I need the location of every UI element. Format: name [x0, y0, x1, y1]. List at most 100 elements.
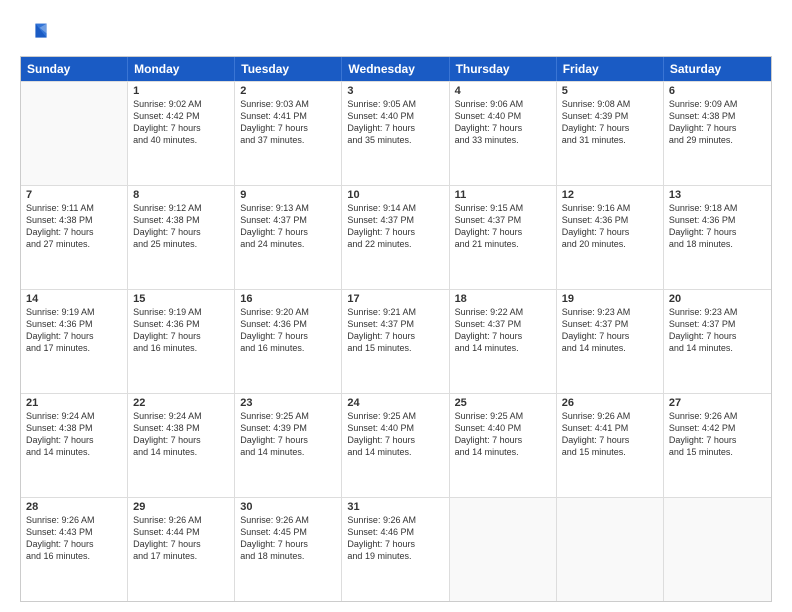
- day-info: Sunrise: 9:11 AM Sunset: 4:38 PM Dayligh…: [26, 202, 122, 251]
- day-cell: 12Sunrise: 9:16 AM Sunset: 4:36 PM Dayli…: [557, 186, 664, 289]
- day-info: Sunrise: 9:13 AM Sunset: 4:37 PM Dayligh…: [240, 202, 336, 251]
- day-number: 26: [562, 397, 658, 409]
- day-number: 24: [347, 397, 443, 409]
- day-number: 12: [562, 189, 658, 201]
- day-cell: 4Sunrise: 9:06 AM Sunset: 4:40 PM Daylig…: [450, 82, 557, 185]
- day-cell: 18Sunrise: 9:22 AM Sunset: 4:37 PM Dayli…: [450, 290, 557, 393]
- day-number: 18: [455, 293, 551, 305]
- logo-icon: [20, 18, 48, 46]
- day-number: 31: [347, 501, 443, 513]
- day-cell: 15Sunrise: 9:19 AM Sunset: 4:36 PM Dayli…: [128, 290, 235, 393]
- day-number: 29: [133, 501, 229, 513]
- day-number: 25: [455, 397, 551, 409]
- day-info: Sunrise: 9:26 AM Sunset: 4:46 PM Dayligh…: [347, 514, 443, 563]
- day-info: Sunrise: 9:09 AM Sunset: 4:38 PM Dayligh…: [669, 98, 766, 147]
- day-info: Sunrise: 9:06 AM Sunset: 4:40 PM Dayligh…: [455, 98, 551, 147]
- header: [20, 18, 772, 46]
- day-number: 5: [562, 85, 658, 97]
- day-cell: 26Sunrise: 9:26 AM Sunset: 4:41 PM Dayli…: [557, 394, 664, 497]
- day-info: Sunrise: 9:03 AM Sunset: 4:41 PM Dayligh…: [240, 98, 336, 147]
- day-info: Sunrise: 9:24 AM Sunset: 4:38 PM Dayligh…: [133, 410, 229, 459]
- day-number: 21: [26, 397, 122, 409]
- day-info: Sunrise: 9:26 AM Sunset: 4:45 PM Dayligh…: [240, 514, 336, 563]
- header-day-saturday: Saturday: [664, 57, 771, 81]
- week-row-3: 14Sunrise: 9:19 AM Sunset: 4:36 PM Dayli…: [21, 289, 771, 393]
- day-number: 9: [240, 189, 336, 201]
- day-cell: 16Sunrise: 9:20 AM Sunset: 4:36 PM Dayli…: [235, 290, 342, 393]
- day-cell: 24Sunrise: 9:25 AM Sunset: 4:40 PM Dayli…: [342, 394, 449, 497]
- day-info: Sunrise: 9:23 AM Sunset: 4:37 PM Dayligh…: [669, 306, 766, 355]
- day-cell: [557, 498, 664, 601]
- day-info: Sunrise: 9:16 AM Sunset: 4:36 PM Dayligh…: [562, 202, 658, 251]
- day-info: Sunrise: 9:24 AM Sunset: 4:38 PM Dayligh…: [26, 410, 122, 459]
- week-row-2: 7Sunrise: 9:11 AM Sunset: 4:38 PM Daylig…: [21, 185, 771, 289]
- day-number: 10: [347, 189, 443, 201]
- day-cell: 11Sunrise: 9:15 AM Sunset: 4:37 PM Dayli…: [450, 186, 557, 289]
- day-cell: 17Sunrise: 9:21 AM Sunset: 4:37 PM Dayli…: [342, 290, 449, 393]
- day-number: 30: [240, 501, 336, 513]
- day-cell: 7Sunrise: 9:11 AM Sunset: 4:38 PM Daylig…: [21, 186, 128, 289]
- day-cell: 27Sunrise: 9:26 AM Sunset: 4:42 PM Dayli…: [664, 394, 771, 497]
- day-number: 20: [669, 293, 766, 305]
- day-cell: 5Sunrise: 9:08 AM Sunset: 4:39 PM Daylig…: [557, 82, 664, 185]
- header-day-wednesday: Wednesday: [342, 57, 449, 81]
- day-cell: 13Sunrise: 9:18 AM Sunset: 4:36 PM Dayli…: [664, 186, 771, 289]
- day-info: Sunrise: 9:14 AM Sunset: 4:37 PM Dayligh…: [347, 202, 443, 251]
- header-day-sunday: Sunday: [21, 57, 128, 81]
- day-info: Sunrise: 9:25 AM Sunset: 4:40 PM Dayligh…: [455, 410, 551, 459]
- day-info: Sunrise: 9:26 AM Sunset: 4:42 PM Dayligh…: [669, 410, 766, 459]
- header-day-thursday: Thursday: [450, 57, 557, 81]
- day-number: 1: [133, 85, 229, 97]
- day-info: Sunrise: 9:02 AM Sunset: 4:42 PM Dayligh…: [133, 98, 229, 147]
- day-cell: 8Sunrise: 9:12 AM Sunset: 4:38 PM Daylig…: [128, 186, 235, 289]
- day-cell: 9Sunrise: 9:13 AM Sunset: 4:37 PM Daylig…: [235, 186, 342, 289]
- day-info: Sunrise: 9:12 AM Sunset: 4:38 PM Dayligh…: [133, 202, 229, 251]
- day-number: 7: [26, 189, 122, 201]
- day-cell: 22Sunrise: 9:24 AM Sunset: 4:38 PM Dayli…: [128, 394, 235, 497]
- day-info: Sunrise: 9:20 AM Sunset: 4:36 PM Dayligh…: [240, 306, 336, 355]
- day-cell: 6Sunrise: 9:09 AM Sunset: 4:38 PM Daylig…: [664, 82, 771, 185]
- day-cell: 14Sunrise: 9:19 AM Sunset: 4:36 PM Dayli…: [21, 290, 128, 393]
- day-cell: 1Sunrise: 9:02 AM Sunset: 4:42 PM Daylig…: [128, 82, 235, 185]
- day-cell: [664, 498, 771, 601]
- header-day-monday: Monday: [128, 57, 235, 81]
- day-number: 8: [133, 189, 229, 201]
- week-row-4: 21Sunrise: 9:24 AM Sunset: 4:38 PM Dayli…: [21, 393, 771, 497]
- day-cell: 29Sunrise: 9:26 AM Sunset: 4:44 PM Dayli…: [128, 498, 235, 601]
- day-number: 28: [26, 501, 122, 513]
- calendar-body: 1Sunrise: 9:02 AM Sunset: 4:42 PM Daylig…: [21, 81, 771, 601]
- day-number: 2: [240, 85, 336, 97]
- day-info: Sunrise: 9:18 AM Sunset: 4:36 PM Dayligh…: [669, 202, 766, 251]
- day-cell: 20Sunrise: 9:23 AM Sunset: 4:37 PM Dayli…: [664, 290, 771, 393]
- page: SundayMondayTuesdayWednesdayThursdayFrid…: [0, 0, 792, 612]
- day-info: Sunrise: 9:08 AM Sunset: 4:39 PM Dayligh…: [562, 98, 658, 147]
- day-cell: [21, 82, 128, 185]
- day-number: 17: [347, 293, 443, 305]
- day-cell: 25Sunrise: 9:25 AM Sunset: 4:40 PM Dayli…: [450, 394, 557, 497]
- calendar: SundayMondayTuesdayWednesdayThursdayFrid…: [20, 56, 772, 602]
- day-cell: 31Sunrise: 9:26 AM Sunset: 4:46 PM Dayli…: [342, 498, 449, 601]
- day-info: Sunrise: 9:26 AM Sunset: 4:41 PM Dayligh…: [562, 410, 658, 459]
- calendar-header: SundayMondayTuesdayWednesdayThursdayFrid…: [21, 57, 771, 81]
- day-cell: 28Sunrise: 9:26 AM Sunset: 4:43 PM Dayli…: [21, 498, 128, 601]
- day-number: 14: [26, 293, 122, 305]
- day-cell: 23Sunrise: 9:25 AM Sunset: 4:39 PM Dayli…: [235, 394, 342, 497]
- week-row-5: 28Sunrise: 9:26 AM Sunset: 4:43 PM Dayli…: [21, 497, 771, 601]
- day-number: 23: [240, 397, 336, 409]
- day-info: Sunrise: 9:15 AM Sunset: 4:37 PM Dayligh…: [455, 202, 551, 251]
- day-number: 6: [669, 85, 766, 97]
- day-number: 11: [455, 189, 551, 201]
- day-number: 15: [133, 293, 229, 305]
- day-number: 13: [669, 189, 766, 201]
- day-info: Sunrise: 9:26 AM Sunset: 4:43 PM Dayligh…: [26, 514, 122, 563]
- day-info: Sunrise: 9:25 AM Sunset: 4:39 PM Dayligh…: [240, 410, 336, 459]
- logo: [20, 18, 52, 46]
- day-info: Sunrise: 9:26 AM Sunset: 4:44 PM Dayligh…: [133, 514, 229, 563]
- day-cell: 3Sunrise: 9:05 AM Sunset: 4:40 PM Daylig…: [342, 82, 449, 185]
- day-info: Sunrise: 9:19 AM Sunset: 4:36 PM Dayligh…: [133, 306, 229, 355]
- day-info: Sunrise: 9:25 AM Sunset: 4:40 PM Dayligh…: [347, 410, 443, 459]
- day-cell: 19Sunrise: 9:23 AM Sunset: 4:37 PM Dayli…: [557, 290, 664, 393]
- day-info: Sunrise: 9:19 AM Sunset: 4:36 PM Dayligh…: [26, 306, 122, 355]
- day-number: 16: [240, 293, 336, 305]
- day-number: 27: [669, 397, 766, 409]
